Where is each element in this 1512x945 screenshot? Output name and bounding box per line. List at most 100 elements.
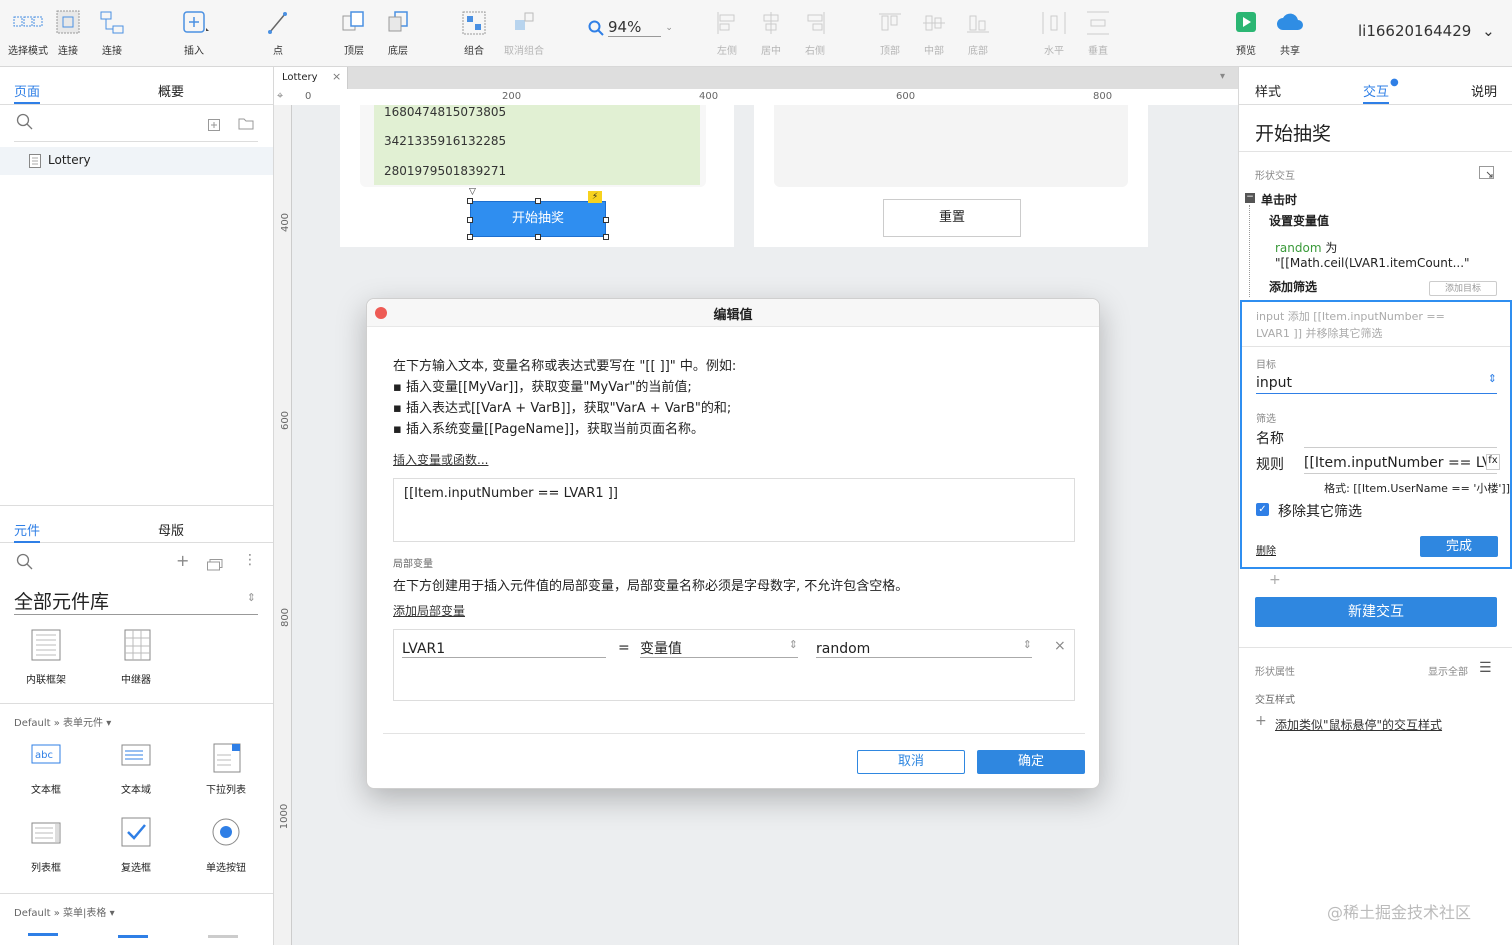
widget-listbox[interactable]: 列表框 [22, 821, 70, 874]
toolbar-label: 水平 [1044, 46, 1064, 57]
tab-outline[interactable]: 概要 [158, 81, 184, 100]
section-form[interactable]: Default » 表单元件 ▾ [14, 714, 111, 729]
resize-handle[interactable] [535, 198, 541, 204]
name-input[interactable] [1304, 428, 1497, 448]
widget-textbox[interactable]: abc 文本框 [22, 743, 70, 796]
target-select[interactable]: input ⇕ [1256, 372, 1497, 394]
toolbar-label: 左侧 [717, 46, 737, 57]
add-target-button[interactable]: 添加目标 [1429, 281, 1497, 296]
done-button[interactable]: 完成 [1420, 536, 1498, 557]
expression-textarea[interactable]: [[Item.inputNumber == LVAR1 ]] [393, 478, 1075, 542]
divider [14, 141, 258, 142]
resize-handle[interactable] [467, 234, 473, 240]
lvar-source-select[interactable]: random ⇕ [816, 638, 1032, 658]
widget-title[interactable]: 开始抽奖 [1255, 119, 1331, 146]
listbox-icon [31, 822, 61, 844]
library-select[interactable]: 全部元件库 ⇕ [14, 587, 258, 615]
intro-line: ▪ 插入变量[[MyVar]]，获取变量"MyVar"的当前值; [393, 380, 692, 395]
widget-radio[interactable]: 单选按钮 [202, 817, 250, 874]
add-style-icon[interactable]: + [1255, 713, 1267, 729]
share-button[interactable]: 共享 [1262, 8, 1318, 57]
ok-button[interactable]: 确定 [977, 750, 1085, 774]
widget-label: 单选按钮 [206, 863, 246, 874]
resize-handle[interactable] [535, 234, 541, 240]
tab-masters[interactable]: 母版 [158, 520, 184, 539]
tab-notes[interactable]: 说明 [1471, 81, 1497, 100]
start-lottery-button[interactable]: 开始抽奖 [470, 201, 606, 237]
tree-widget-icon[interactable] [28, 933, 58, 941]
widget-label: 下拉列表 [206, 785, 246, 796]
send-to-back-button[interactable]: 底层 [370, 8, 426, 57]
remove-others-checkbox[interactable]: ✓ [1256, 503, 1269, 516]
repeater-list[interactable]: 1680474815073805 3421335916132285 280197… [374, 105, 700, 185]
resize-handle[interactable] [603, 234, 609, 240]
insert-variable-link[interactable]: 插入变量或函数... [393, 451, 488, 468]
tab-widgets[interactable]: 元件 [14, 520, 41, 543]
connect-button[interactable]: 连接 [84, 8, 140, 57]
widget-dropdown[interactable]: 下拉列表 [202, 743, 250, 796]
reset-button[interactable]: 重置 [883, 199, 1021, 237]
new-interaction-button[interactable]: 新建交互 [1255, 597, 1497, 627]
insert-button[interactable]: 插入 [166, 8, 222, 57]
add-action-icon[interactable]: + [1269, 572, 1281, 588]
ungroup-button[interactable]: 取消组合 [496, 8, 552, 57]
expand-icon[interactable] [1479, 165, 1495, 184]
add-style-link[interactable]: 添加类似"鼠标悬停"的交互样式 [1275, 716, 1442, 733]
resize-handle[interactable] [603, 217, 609, 223]
more-icon[interactable]: ⋮ [243, 552, 257, 568]
user-menu[interactable]: li16620164429 ⌄ [1358, 22, 1495, 40]
show-all-link[interactable]: 显示全部 [1428, 663, 1468, 678]
distribute-horizontal-icon [1042, 12, 1066, 34]
lightning-icon[interactable]: ⚡ [588, 191, 602, 203]
align-bottom-button[interactable]: 底部 [950, 8, 1006, 57]
list-menu-icon[interactable]: ☰ [1479, 660, 1492, 676]
lvar-type-select[interactable]: 变量值 ⇕ [640, 638, 798, 658]
var-value: "[[Math.ceil(LVAR1.itemCount..." [1275, 256, 1470, 270]
dialog-intro: 在下方输入文本, 变量名称或表达式要写在 "[[ ]]" 中。例如: ▪ 插入变… [393, 356, 736, 440]
add-filter-label[interactable]: 添加筛选 [1269, 278, 1317, 295]
add-page-icon[interactable] [208, 116, 220, 135]
widget-textarea[interactable]: 文本域 [112, 743, 160, 796]
updown-icon: ⇕ [788, 638, 798, 651]
toolbar-label: 中部 [924, 46, 944, 57]
table-widget-icon[interactable] [118, 935, 148, 943]
tab-lottery[interactable]: Lottery × [274, 67, 348, 89]
search-icon[interactable] [16, 113, 34, 135]
chevron-down-icon: ⌄ [1482, 22, 1495, 40]
close-icon[interactable]: × [332, 70, 341, 83]
zoom-control[interactable]: 94% ⌄ [588, 18, 673, 37]
tab-interactions[interactable]: 交互 [1363, 81, 1390, 104]
point-button[interactable]: 点 [250, 8, 306, 57]
fx-icon[interactable]: fx [1486, 454, 1500, 470]
group-button[interactable]: 组合 [446, 8, 502, 57]
widget-repeater[interactable]: 中继器 [112, 629, 160, 686]
watermark: @稀土掘金技术社区 [1327, 903, 1472, 922]
align-right-button[interactable]: 右侧 [787, 8, 843, 57]
collapse-icon[interactable]: − [1245, 193, 1255, 203]
resize-handle[interactable] [467, 198, 473, 204]
delete-link[interactable]: 删除 [1256, 542, 1276, 557]
lvar-name-input[interactable]: LVAR1 [402, 638, 606, 658]
add-folder-icon[interactable] [238, 115, 254, 134]
cancel-button[interactable]: 取消 [857, 750, 965, 774]
add-library-icon[interactable]: + [176, 551, 189, 570]
distribute-vertical-button[interactable]: 垂直 [1070, 8, 1126, 57]
section-menu[interactable]: Default » 菜单|表格 ▾ [14, 904, 115, 919]
library-stack-icon[interactable] [207, 556, 223, 575]
resize-handle[interactable] [467, 217, 473, 223]
menu-widget-icon[interactable] [208, 935, 238, 943]
rule-input[interactable]: [[Item.inputNumber == LVA [1304, 452, 1497, 474]
add-local-var-link[interactable]: 添加局部变量 [393, 602, 465, 619]
tab-style[interactable]: 样式 [1255, 81, 1281, 100]
widget-label: 复选框 [121, 863, 151, 874]
event-label[interactable]: 单击时 [1261, 191, 1297, 208]
tab-pages[interactable]: 页面 [14, 81, 41, 104]
widget-checkbox[interactable]: 复选框 [112, 817, 160, 874]
action-detail[interactable]: random 为 [1275, 239, 1337, 256]
remove-var-icon[interactable]: × [1054, 638, 1066, 654]
page-item-lottery[interactable]: Lottery [0, 147, 273, 175]
widget-inline-frame[interactable]: 内联框架 [22, 629, 70, 686]
widget-search-icon[interactable] [16, 553, 34, 575]
action-label[interactable]: 设置变量值 [1269, 212, 1329, 229]
tab-overflow-icon[interactable]: ▾ [1220, 71, 1225, 82]
